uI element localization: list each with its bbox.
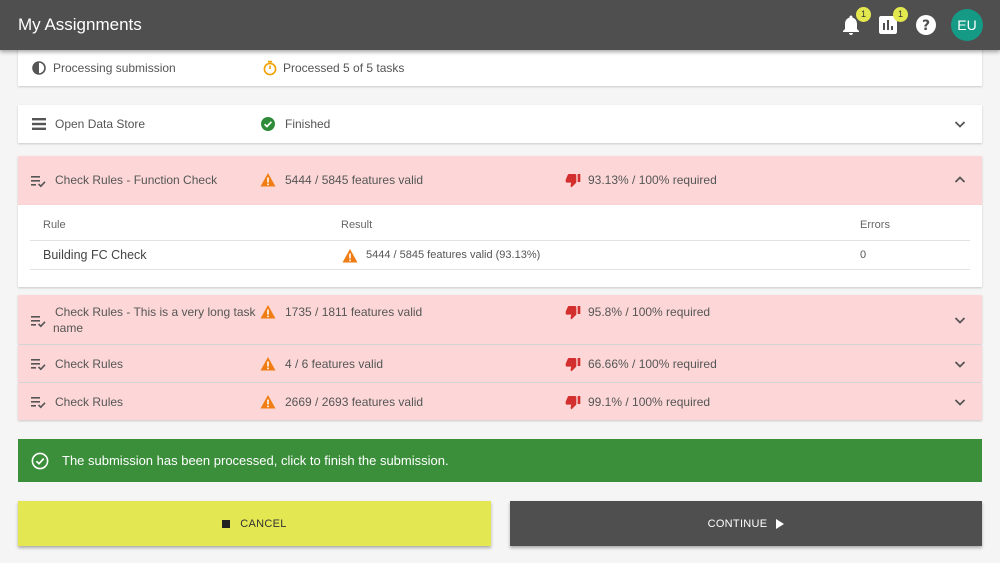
chevron-down-icon[interactable] [952,116,968,132]
stop-icon [222,519,231,528]
chevron-down-icon[interactable] [952,356,968,372]
cancel-button[interactable]: CANCEL [18,501,491,546]
task-rate: 66.66% / 100% required [588,357,717,371]
warning-icon [260,172,276,188]
warning-icon [342,248,358,264]
continue-button[interactable]: CONTINUE [510,501,982,546]
task-status: 4 / 6 features valid [285,357,384,371]
progress-icon [31,60,47,76]
task-row-long-name[interactable]: Check Rules - This is a very long task n… [18,295,982,344]
timer-icon [262,60,278,76]
task-name: Check Rules - Function Check [55,173,218,187]
task-status: 1735 / 1811 features valid [285,305,423,319]
task-row-check-rules-1[interactable]: Check Rules 4 / 6 features valid 66.66% … [18,345,982,382]
success-banner[interactable]: The submission has been processed, click… [18,439,982,482]
thumbs-down-icon [565,172,581,188]
rule-errors: 0 [860,249,867,261]
task-row-processing: Processing submission Processed 5 of 5 t… [18,48,982,86]
cancel-label: CANCEL [240,517,287,530]
banner-message: The submission has been processed, click… [62,453,449,468]
notifications-badge: 1 [856,7,871,22]
continue-label: CONTINUE [707,517,768,530]
task-rate: 99.1% / 100% required [588,395,711,409]
column-header-result: Result [341,219,373,231]
check-circle-icon [260,116,276,132]
warning-icon [260,394,276,410]
task-row-open-data-store[interactable]: Open Data Store Finished [18,105,982,143]
task-name: Check Rules [55,357,124,371]
warning-icon [260,304,276,320]
task-name-line2: name [53,321,84,335]
warning-icon [260,356,276,372]
divider [30,269,970,270]
help-icon: ? [916,15,936,35]
rules-table: Rule Result Errors Building FC Check 544… [18,205,982,287]
task-name: Open Data Store [55,117,146,131]
task-name-line1: Check Rules - This is a very long task [55,305,256,319]
task-status: Processed 5 of 5 tasks [283,61,405,75]
list-icon [31,116,47,132]
divider [30,240,970,241]
thumbs-down-icon [565,304,581,320]
help-button[interactable]: ? [914,13,938,37]
task-rate: 95.8% / 100% required [588,305,711,319]
rule-result: 5444 / 5845 features valid (93.13%) [366,249,541,261]
rule-name: Building FC Check [43,248,147,262]
notifications-button[interactable]: 1 [839,7,871,37]
task-status: 2669 / 2693 features valid [285,395,424,409]
task-status: 5444 / 5845 features valid [285,173,424,187]
chevron-up-icon[interactable] [952,172,968,188]
task-row-function-check[interactable]: Check Rules - Function Check 5444 / 5845… [18,156,982,205]
reports-button[interactable]: 1 [876,7,908,37]
check-circle-outline-icon [31,452,49,470]
app-bar: My Assignments 1 1 ? EU [0,0,1000,50]
rule-check-icon [30,356,46,372]
column-header-errors: Errors [860,219,890,231]
thumbs-down-icon [565,356,581,372]
task-row-check-rules-2[interactable]: Check Rules 2669 / 2693 features valid 9… [18,383,982,420]
page-title: My Assignments [18,15,142,34]
thumbs-down-icon [565,394,581,410]
rule-check-icon [30,173,46,189]
task-rate: 93.13% / 100% required [588,173,717,187]
task-name: Check Rules [55,395,124,409]
rule-check-icon [30,394,46,410]
svg-text:?: ? [922,18,930,34]
column-header-rule: Rule [43,219,66,231]
avatar[interactable]: EU [951,9,983,41]
chevron-down-icon[interactable] [952,312,968,328]
rule-check-icon [30,313,46,329]
chevron-down-icon[interactable] [952,394,968,410]
play-icon [776,518,785,529]
reports-badge: 1 [893,7,908,22]
task-status: Finished [285,117,331,131]
task-name: Processing submission [53,61,176,75]
